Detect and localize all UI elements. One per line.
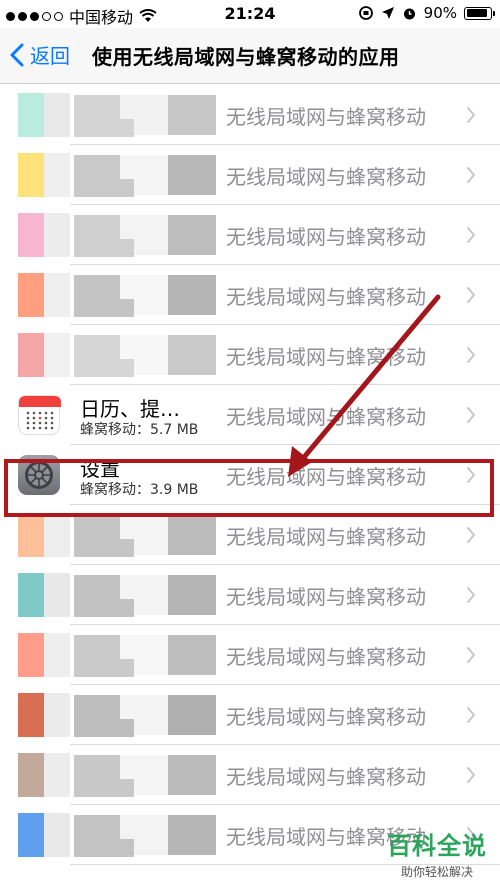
network-setting-value: 无线局域网与蜂窝移动	[226, 465, 426, 489]
app-row[interactable]: 无线局域网与蜂窝移动	[0, 625, 500, 685]
chevron-right-icon	[466, 286, 476, 308]
watermark-subtitle: 助你轻松解决	[400, 865, 473, 879]
network-setting-value: 无线局域网与蜂窝移动	[226, 285, 426, 309]
page-title: 使用无线局域网与蜂窝移动的应用	[92, 45, 400, 69]
settings-gear-icon	[18, 455, 60, 495]
app-row[interactable]: 无线局域网与蜂窝移动	[0, 145, 500, 205]
pixelated-app-area	[0, 205, 220, 265]
watermark-logo: 百科全说 助你轻松解决	[376, 826, 498, 884]
app-row[interactable]: 设置 蜂窝移动：3.9 MB 无线局域网与蜂窝移动	[0, 445, 500, 505]
network-setting-value: 无线局域网与蜂窝移动	[226, 225, 426, 249]
app-row[interactable]: 无线局域网与蜂窝移动	[0, 565, 500, 625]
app-row[interactable]: 无线局域网与蜂窝移动	[0, 205, 500, 265]
navigation-bar: 返回 使用无线局域网与蜂窝移动的应用	[0, 28, 500, 84]
alarm-clock-icon	[403, 8, 415, 19]
pixelated-app-area	[0, 505, 220, 565]
app-row[interactable]: 无线局域网与蜂窝移动	[0, 85, 500, 145]
app-row[interactable]: 无线局域网与蜂窝移动	[0, 325, 500, 385]
network-setting-value: 无线局域网与蜂窝移动	[226, 525, 426, 549]
network-setting-value: 无线局域网与蜂窝移动	[226, 105, 426, 129]
network-setting-value: 无线局域网与蜂窝移动	[226, 585, 426, 609]
chevron-right-icon	[466, 526, 476, 548]
chevron-right-icon	[466, 586, 476, 608]
battery-percent: 90%	[423, 4, 457, 22]
pixelated-app-area	[0, 145, 220, 205]
app-info: 日历、提… 蜂窝移动：5.7 MB	[80, 391, 220, 439]
network-setting-value: 无线局域网与蜂窝移动	[226, 705, 426, 729]
pixelated-app-area	[0, 805, 220, 865]
app-row[interactable]: 日历、提… 蜂窝移动：5.7 MB 无线局域网与蜂窝移动	[0, 385, 500, 445]
app-cellular-usage: 蜂窝移动：3.9 MB	[80, 482, 199, 498]
chevron-right-icon	[466, 646, 476, 668]
battery-icon	[464, 6, 495, 20]
chevron-right-icon	[466, 166, 476, 188]
pixelated-app-area	[0, 685, 220, 745]
watermark-title: 百科全说	[387, 832, 487, 860]
app-name: 日历、提…	[80, 397, 180, 421]
status-bar: 中国移动 21:24 90%	[0, 0, 500, 28]
rotation-lock-icon	[358, 6, 373, 20]
chevron-right-icon	[466, 406, 476, 428]
chevron-left-icon	[10, 43, 24, 66]
chevron-right-icon	[466, 706, 476, 728]
chevron-right-icon	[466, 346, 476, 368]
pixelated-app-area	[0, 325, 220, 385]
chevron-right-icon	[466, 466, 476, 488]
network-setting-value: 无线局域网与蜂窝移动	[226, 345, 426, 369]
status-right: 90%	[358, 4, 495, 22]
app-row[interactable]: 无线局域网与蜂窝移动	[0, 505, 500, 565]
calendar-icon	[18, 395, 61, 435]
back-label: 返回	[30, 44, 70, 68]
back-button[interactable]: 返回	[10, 40, 70, 69]
network-setting-value: 无线局域网与蜂窝移动	[226, 405, 426, 429]
app-row[interactable]: 无线局域网与蜂窝移动	[0, 685, 500, 745]
network-setting-value: 无线局域网与蜂窝移动	[226, 765, 426, 789]
pixelated-app-area	[0, 565, 220, 625]
pixelated-app-area	[0, 625, 220, 685]
app-row[interactable]: 无线局域网与蜂窝移动	[0, 265, 500, 325]
location-arrow-icon	[381, 7, 394, 19]
pixelated-app-area	[0, 745, 220, 805]
pixelated-app-area	[0, 265, 220, 325]
chevron-right-icon	[466, 766, 476, 788]
app-info: 设置 蜂窝移动：3.9 MB	[80, 451, 220, 499]
chevron-right-icon	[466, 106, 476, 128]
network-setting-value: 无线局域网与蜂窝移动	[226, 165, 426, 189]
app-row[interactable]: 无线局域网与蜂窝移动	[0, 745, 500, 805]
app-cellular-usage: 蜂窝移动：5.7 MB	[80, 422, 199, 438]
chevron-right-icon	[466, 226, 476, 248]
network-setting-value: 无线局域网与蜂窝移动	[226, 645, 426, 669]
app-name: 设置	[80, 457, 120, 481]
pixelated-app-area	[0, 85, 220, 145]
